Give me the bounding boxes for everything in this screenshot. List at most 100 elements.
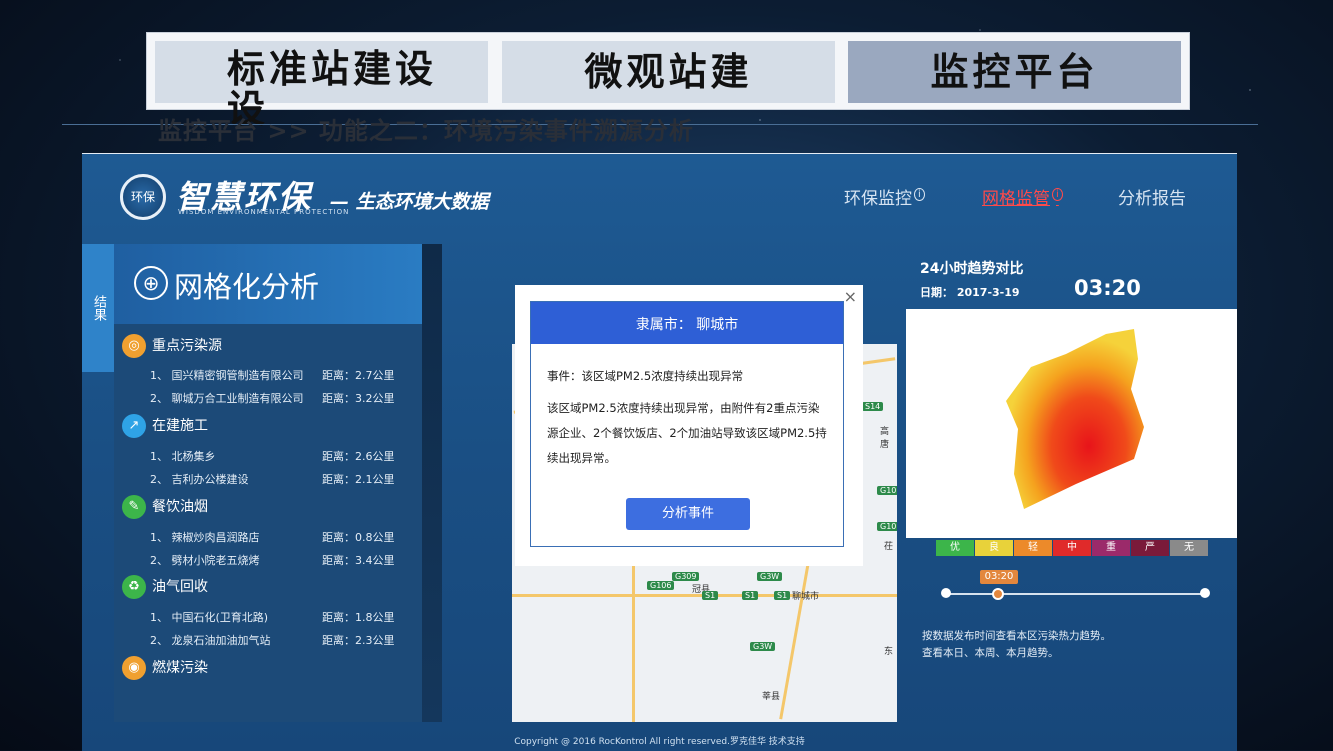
- item-name: 2、 聊城万合工业制造有限公司: [150, 392, 304, 405]
- note-line: 查看本日、本周、本月趋势。: [922, 647, 1059, 659]
- breadcrumb: 监控平台 >> 功能之二：环境污染事件溯源分析: [158, 117, 694, 145]
- road-shield: G3W: [757, 572, 783, 581]
- legend-item: 轻: [1014, 540, 1052, 556]
- slider-start-knob[interactable]: [941, 588, 951, 598]
- top-tab-bar: 标准站建设设 微观站建 监控平台: [146, 32, 1190, 129]
- item-name: 1、 辣椒炒肉昌润路店: [150, 531, 260, 544]
- info-icon: i: [1052, 188, 1063, 202]
- list-item[interactable]: 1、 国兴精密钢管制造有限公司 距离：2.7公里: [150, 367, 420, 383]
- item-distance: 距离：2.6公里: [322, 450, 395, 463]
- category-catering-smoke[interactable]: ✎ 餐饮油烟: [122, 495, 208, 519]
- item-name: 2、 吉利办公楼建设: [150, 473, 249, 486]
- list-item[interactable]: 1、 中国石化(卫育北路) 距离：1.8公里: [150, 609, 420, 625]
- heatmap-view: [906, 309, 1237, 538]
- edit-icon: ✎: [122, 495, 146, 519]
- tab-monitoring-platform[interactable]: 监控平台: [848, 41, 1181, 103]
- panel-title: 网格化分析: [174, 270, 320, 304]
- slider-time-badge: 03:20: [980, 570, 1018, 584]
- note-line: 按数据发布时间查看本区污染热力趋势。: [922, 630, 1111, 642]
- item-distance: 距离：0.8公里: [322, 531, 395, 544]
- trend-date: 日期： 2017-3-19: [920, 286, 1020, 299]
- app-window: 环保 智慧环保 WISDOM ENVIRONMENTAL PROTECTION …: [82, 153, 1237, 751]
- item-name: 1、 北杨集乡: [150, 450, 216, 463]
- aqi-legend: 优 良 轻 中 重 严 无: [936, 540, 1209, 556]
- item-distance: 距离：2.7公里: [322, 369, 395, 382]
- category-construction[interactable]: ↗ 在建施工: [122, 414, 208, 438]
- trend-time: 03:20: [1074, 276, 1141, 300]
- legend-item: 优: [936, 540, 974, 556]
- tab-label: 微观站建: [584, 50, 753, 94]
- road-shield: G105: [877, 522, 897, 531]
- slider-end-knob[interactable]: [1200, 588, 1210, 598]
- road-shield: S14: [862, 402, 884, 411]
- popup-event: 事件：该区域PM2.5浓度持续出现异常: [547, 369, 744, 383]
- slider-current-knob[interactable]: [992, 588, 1004, 600]
- list-item[interactable]: 2、 龙泉石油加油加气站 距离：2.3公里: [150, 632, 420, 648]
- road-shield: S1: [702, 591, 719, 600]
- legend-item: 严: [1131, 540, 1169, 556]
- heatmap-region: [1006, 329, 1144, 509]
- logo-slogan: — 生态环境大数据: [330, 191, 489, 213]
- logo-emblem-icon: 环保: [120, 174, 166, 220]
- logo-subtitle: WISDOM ENVIRONMENTAL PROTECTION: [178, 208, 350, 216]
- recycle-icon: ♻: [122, 575, 146, 599]
- item-distance: 距离：2.3公里: [322, 634, 395, 647]
- nav-grid-supervision[interactable]: 网格监管 i: [982, 184, 1063, 209]
- road-shield: G105: [877, 486, 897, 495]
- list-item[interactable]: 2、 劈材小院老五烧烤 距离：3.4公里: [150, 552, 420, 568]
- legend-item: 无: [1170, 540, 1208, 556]
- trend-icon: ↗: [122, 414, 146, 438]
- category-label: 油气回收: [152, 579, 208, 595]
- fire-icon: ◉: [122, 656, 146, 680]
- item-name: 1、 中国石化(卫育北路): [150, 611, 269, 624]
- popup-description: 该区域PM2.5浓度持续出现异常，由附件有2重点污染源企业、2个餐饮饭店、2个加…: [547, 401, 827, 465]
- item-name: 2、 劈材小院老五烧烤: [150, 554, 260, 567]
- tab-standard-station[interactable]: 标准站建设设: [155, 41, 488, 129]
- close-icon[interactable]: ×: [844, 287, 857, 306]
- list-item[interactable]: 1、 北杨集乡 距离：2.6公里: [150, 448, 420, 464]
- category-coal-pollution[interactable]: ◉ 燃煤污染: [122, 656, 208, 680]
- app-header: 环保 智慧环保 WISDOM ENVIRONMENTAL PROTECTION …: [82, 154, 1237, 242]
- popup-title: 隶属市： 聊城市: [531, 302, 843, 344]
- factory-icon: ◎: [122, 334, 146, 358]
- trend-note: 按数据发布时间查看本区污染热力趋势。 查看本日、本周、本月趋势。: [922, 628, 1111, 662]
- category-vapor-recovery[interactable]: ♻ 油气回收: [122, 575, 208, 599]
- road-shield: G309: [672, 572, 700, 581]
- category-label: 重点污染源: [152, 338, 222, 354]
- event-popup: × 隶属市： 聊城市 事件：该区域PM2.5浓度持续出现异常 该区域PM2.5浓…: [515, 285, 863, 566]
- copyright-footer: Copyright @ 2016 RocKontrol All right re…: [514, 737, 805, 747]
- globe-icon: ⊕: [134, 266, 168, 300]
- panel-separator: [422, 244, 442, 722]
- item-name: 1、 国兴精密钢管制造有限公司: [150, 369, 304, 382]
- map-label-town: 东: [884, 647, 894, 657]
- list-item[interactable]: 2、 吉利办公楼建设 距离：2.1公里: [150, 471, 420, 487]
- map-label-town: 茌: [884, 542, 894, 552]
- time-slider-track[interactable]: [946, 593, 1204, 595]
- analyze-event-button[interactable]: 分析事件: [626, 498, 750, 530]
- nav-label: 分析报告: [1118, 189, 1186, 209]
- item-distance: 距离：1.8公里: [322, 611, 395, 624]
- nav-analysis-report[interactable]: 分析报告: [1118, 184, 1186, 209]
- side-tab-results[interactable]: 结果: [82, 244, 114, 372]
- heatmap-region-shape: [1006, 329, 1144, 509]
- map-label-city: 聊城市: [792, 592, 820, 602]
- category-label: 在建施工: [152, 418, 208, 434]
- tab-label: 监控平台: [930, 50, 1099, 94]
- panel-header: ⊕ 网格化分析: [114, 244, 422, 324]
- list-item[interactable]: 2、 聊城万合工业制造有限公司 距离：3.2公里: [150, 390, 420, 406]
- legend-item: 重: [1092, 540, 1130, 556]
- map-label-town: 高唐: [880, 427, 890, 450]
- nav-label: 环保监控: [844, 189, 912, 209]
- tab-micro-station[interactable]: 微观站建: [502, 41, 835, 103]
- info-icon: i: [914, 188, 925, 202]
- legend-item: 良: [975, 540, 1013, 556]
- grid-analysis-panel: ⊕ 网格化分析 ◎ 重点污染源 1、 国兴精密钢管制造有限公司 距离：2.7公里 2…: [114, 244, 422, 722]
- popup-body: 隶属市： 聊城市 事件：该区域PM2.5浓度持续出现异常 该区域PM2.5浓度持…: [530, 301, 844, 547]
- road-shield: G106: [647, 581, 675, 590]
- list-item[interactable]: 1、 辣椒炒肉昌润路店 距离：0.8公里: [150, 529, 420, 545]
- item-distance: 距离：3.4公里: [322, 554, 395, 567]
- category-key-pollution[interactable]: ◎ 重点污染源: [122, 334, 222, 358]
- trend-panel: 24小时趋势对比 日期： 2017-3-19 03:20 优 良 轻 中 重 严…: [906, 244, 1237, 704]
- nav-env-monitoring[interactable]: 环保监控 i: [844, 184, 925, 209]
- nav-label: 网格监管: [982, 189, 1050, 209]
